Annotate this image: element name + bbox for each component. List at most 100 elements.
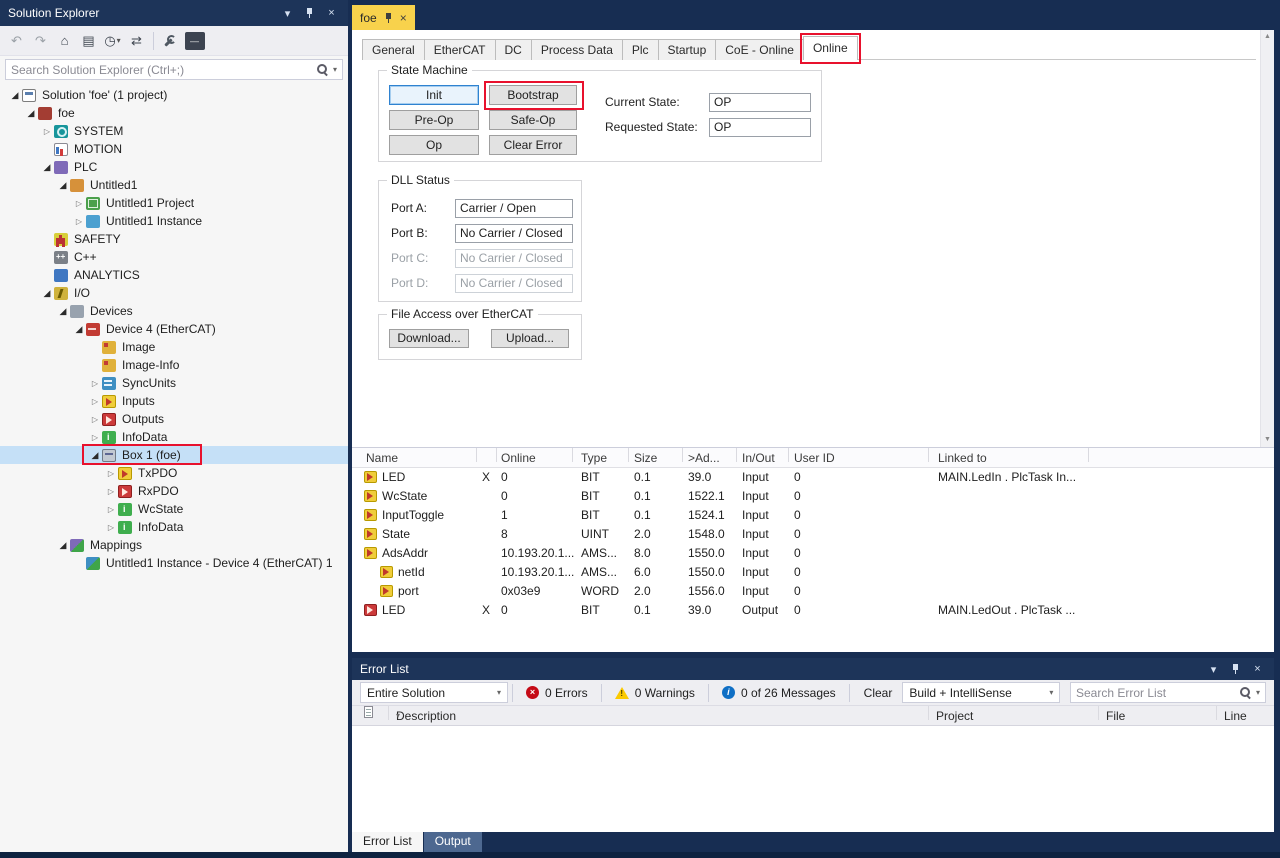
document-scrollbar[interactable]: ▲ ▼	[1260, 30, 1274, 447]
tree-item-device4-ethercat[interactable]: ◢Device 4 (EtherCAT)	[0, 320, 348, 338]
column-header-file[interactable]: File	[1106, 706, 1125, 726]
expander-icon[interactable]: ▷	[104, 469, 118, 478]
expander-icon[interactable]: ▷	[40, 127, 54, 136]
column-header-line[interactable]: Line	[1224, 706, 1247, 726]
column-header-user-id[interactable]: User ID	[794, 448, 835, 468]
tree-item-plc[interactable]: ◢PLC	[0, 158, 348, 176]
column-separator[interactable]	[788, 448, 789, 462]
expander-icon[interactable]: ◢	[40, 162, 54, 173]
column-separator[interactable]	[572, 448, 573, 462]
search-options-caret-icon[interactable]: ▾	[333, 65, 337, 74]
clear-button[interactable]: Clear	[854, 682, 903, 704]
search-options-caret-icon[interactable]: ▾	[1256, 688, 1260, 697]
tree-item-syncunits[interactable]: ▷SyncUnits	[0, 374, 348, 392]
tree-item-untitled1-instance-mapping[interactable]: Untitled1 Instance - Device 4 (EtherCAT)…	[0, 554, 348, 572]
variable-row-led-in[interactable]: LEDX0BIT0.139.0Input0MAIN.LedIn . PlcTas…	[352, 468, 1274, 487]
tree-item-rxpdo[interactable]: ▷RxPDO	[0, 482, 348, 500]
tree-item-cpp[interactable]: C++	[0, 248, 348, 266]
expander-icon[interactable]: ◢	[88, 450, 102, 461]
variable-row-netid[interactable]: netId10.193.20.1...AMS...6.01550.0Input0	[352, 563, 1274, 582]
column-header-linked-to[interactable]: Linked to	[938, 448, 987, 468]
variable-grid-header[interactable]: Name Online Type Size >Ad... In/Out User…	[352, 448, 1274, 468]
tab-startup[interactable]: Startup	[658, 39, 717, 60]
column-separator[interactable]	[628, 448, 629, 462]
pin-button[interactable]	[301, 5, 318, 21]
document-tab-foe[interactable]: foe ×	[352, 5, 415, 30]
expander-icon[interactable]: ▷	[104, 523, 118, 532]
tree-item-foe[interactable]: ◢foe	[0, 104, 348, 122]
variable-row-adsaddr[interactable]: AdsAddr10.193.20.1...AMS...8.01550.0Inpu…	[352, 544, 1274, 563]
tree-item-untitled1-project[interactable]: ▷Untitled1 Project	[0, 194, 348, 212]
switch-views-button[interactable]: ▤	[77, 30, 100, 52]
tab-dc[interactable]: DC	[495, 39, 532, 60]
tab-close-icon[interactable]: ×	[400, 11, 407, 25]
variable-row-state[interactable]: State8UINT2.01548.0Input0	[352, 525, 1274, 544]
bootstrap-button[interactable]: Bootstrap	[489, 85, 577, 105]
column-header-inout[interactable]: In/Out	[742, 448, 775, 468]
error-list-search-box[interactable]: ▾	[1070, 682, 1266, 703]
column-separator[interactable]	[496, 448, 497, 462]
tab-coe-online[interactable]: CoE - Online	[715, 39, 804, 60]
tree-item-infodata2[interactable]: ▷InfoData	[0, 518, 348, 536]
tree-item-image[interactable]: Image	[0, 338, 348, 356]
warnings-filter-toggle[interactable]: !0 Warnings	[606, 682, 704, 704]
column-separator[interactable]	[388, 706, 389, 720]
column-header-address[interactable]: >Ad...	[688, 448, 720, 468]
tree-item-devices[interactable]: ◢Devices	[0, 302, 348, 320]
expander-icon[interactable]: ◢	[72, 324, 86, 335]
messages-filter-toggle[interactable]: i0 of 26 Messages	[713, 682, 845, 704]
column-separator[interactable]	[682, 448, 683, 462]
column-header-online[interactable]: Online	[501, 448, 536, 468]
close-button[interactable]: ×	[1249, 661, 1266, 677]
safeop-button[interactable]: Safe-Op	[489, 110, 577, 130]
tree-item-motion[interactable]: MOTION	[0, 140, 348, 158]
tree-item-analytics[interactable]: ANALYTICS	[0, 266, 348, 284]
tree-item-untitled1[interactable]: ◢Untitled1	[0, 176, 348, 194]
expander-icon[interactable]: ▷	[88, 433, 102, 442]
expander-icon[interactable]: ◢	[56, 180, 70, 191]
variable-row-wcstate[interactable]: WcState0BIT0.11522.1Input0	[352, 487, 1274, 506]
tree-item-box1-foe[interactable]: ◢Box 1 (foe)	[0, 446, 348, 464]
tab-process-data[interactable]: Process Data	[531, 39, 623, 60]
expander-icon[interactable]: ▷	[104, 505, 118, 514]
pending-changes-filter-button[interactable]: ◷▾	[101, 30, 124, 52]
pin-button[interactable]	[1227, 661, 1244, 677]
column-header-project[interactable]: Project	[936, 706, 973, 726]
column-separator[interactable]	[1216, 706, 1217, 720]
window-position-button[interactable]: ▾	[1205, 661, 1222, 677]
tree-item-wcstate[interactable]: ▷WcState	[0, 500, 348, 518]
expander-icon[interactable]: ◢	[8, 90, 22, 101]
sync-with-active-document-button[interactable]: ⇄	[125, 30, 148, 52]
scroll-down-icon[interactable]: ▼	[1261, 433, 1274, 447]
expander-icon[interactable]: ◢	[24, 108, 38, 119]
filter-dropdown[interactable]: Build + IntelliSense▾	[902, 682, 1060, 703]
preview-selected-items-toggle[interactable]: —	[183, 30, 206, 52]
expander-icon[interactable]: ▷	[88, 397, 102, 406]
column-separator[interactable]	[736, 448, 737, 462]
tab-plc[interactable]: Plc	[622, 39, 659, 60]
expander-icon[interactable]: ◢	[56, 306, 70, 317]
error-list-search-input[interactable]	[1076, 686, 1235, 700]
expander-icon[interactable]: ◢	[40, 288, 54, 299]
scope-dropdown[interactable]: Entire Solution▾	[360, 682, 508, 703]
scroll-up-icon[interactable]: ▲	[1261, 30, 1274, 44]
back-button[interactable]: ↶	[5, 30, 28, 52]
column-separator[interactable]	[1098, 706, 1099, 720]
close-button[interactable]: ×	[323, 5, 340, 21]
tree-item-mappings[interactable]: ◢Mappings	[0, 536, 348, 554]
tab-error-list[interactable]: Error List	[352, 832, 423, 852]
errors-filter-toggle[interactable]: ×0 Errors	[517, 682, 597, 704]
column-separator[interactable]	[928, 448, 929, 462]
column-separator[interactable]	[476, 448, 477, 462]
tab-pin-icon[interactable]	[384, 12, 393, 24]
column-header-name[interactable]: Name	[366, 448, 398, 468]
variable-row-inputtoggle[interactable]: InputToggle1BIT0.11524.1Input0	[352, 506, 1274, 525]
tree-item-solution[interactable]: ◢Solution 'foe' (1 project)	[0, 86, 348, 104]
home-button[interactable]: ⌂	[53, 30, 76, 52]
properties-button[interactable]	[159, 30, 182, 52]
column-header-size[interactable]: Size	[634, 448, 657, 468]
tree-item-outputs[interactable]: ▷Outputs	[0, 410, 348, 428]
variable-row-led-out[interactable]: LEDX0BIT0.139.0Output0MAIN.LedOut . PlcT…	[352, 601, 1274, 620]
preop-button[interactable]: Pre-Op	[389, 110, 479, 130]
column-separator[interactable]	[928, 706, 929, 720]
